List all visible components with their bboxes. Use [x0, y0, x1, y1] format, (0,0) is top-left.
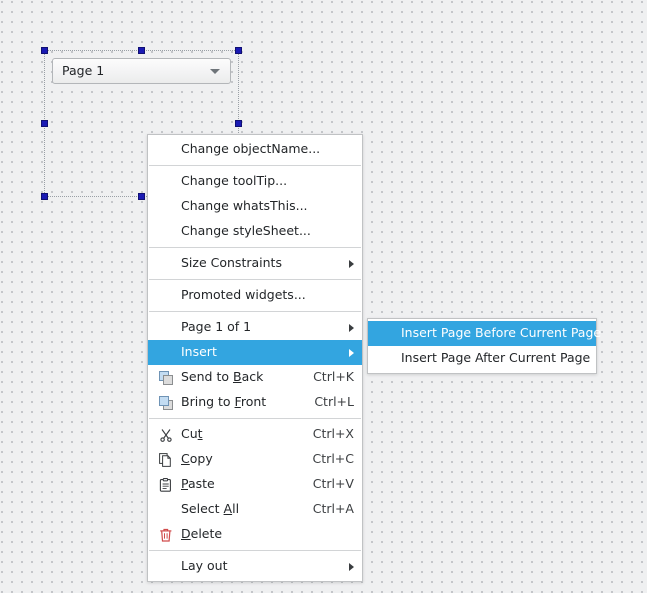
menu-item-label: Change toolTip...	[181, 175, 354, 188]
menu-item-label: Insert	[181, 346, 339, 359]
menu-item-change-whatsthis[interactable]: Change whatsThis...	[148, 194, 362, 219]
menu-item-label: Change styleSheet...	[181, 225, 354, 238]
icon-placeholder	[158, 345, 176, 361]
menu-separator	[149, 550, 361, 551]
menu-item-label: Change objectName...	[181, 143, 354, 156]
menu-item-send-to-back[interactable]: Send to Back Ctrl+K	[148, 365, 362, 390]
icon-placeholder	[158, 502, 176, 518]
menu-item-label: Cut	[181, 428, 295, 441]
submenu-item-label: Insert Page After Current Page	[401, 352, 590, 365]
page-combobox[interactable]: Page 1	[52, 58, 231, 84]
submenu-item-label: Insert Page Before Current Page	[401, 327, 601, 340]
resize-handle-n[interactable]	[138, 47, 145, 54]
icon-placeholder	[158, 199, 176, 215]
menu-item-delete[interactable]: Delete	[148, 522, 362, 547]
menu-item-shortcut: Ctrl+L	[314, 396, 354, 409]
menu-item-label: Page 1 of 1	[181, 321, 339, 334]
submenu-item-insert-page-before-current-page[interactable]: Insert Page Before Current Page	[368, 321, 596, 346]
resize-handle-sw[interactable]	[41, 193, 48, 200]
resize-handle-e[interactable]	[235, 120, 242, 127]
submenu-item-insert-page-after-current-page[interactable]: Insert Page After Current Page	[368, 346, 596, 371]
resize-handle-w[interactable]	[41, 120, 48, 127]
icon-placeholder	[158, 224, 176, 240]
menu-separator	[149, 247, 361, 248]
menu-item-shortcut: Ctrl+A	[313, 503, 354, 516]
page-combobox-value: Page 1	[62, 65, 210, 78]
menu-item-page-1-of-1[interactable]: Page 1 of 1	[148, 315, 362, 340]
menu-item-change-stylesheet[interactable]: Change styleSheet...	[148, 219, 362, 244]
menu-item-label: Delete	[181, 528, 354, 541]
icon-placeholder	[158, 174, 176, 190]
menu-item-shortcut: Ctrl+C	[313, 453, 354, 466]
copy-icon	[158, 452, 176, 468]
scissors-icon	[158, 427, 176, 443]
menu-item-change-objectname[interactable]: Change objectName...	[148, 137, 362, 162]
menu-item-label: Paste	[181, 478, 295, 491]
menu-item-size-constraints[interactable]: Size Constraints	[148, 251, 362, 276]
clipboard-icon	[158, 477, 176, 493]
menu-item-insert[interactable]: Insert	[148, 340, 362, 365]
menu-item-shortcut: Ctrl+X	[313, 428, 354, 441]
menu-item-lay-out[interactable]: Lay out	[148, 554, 362, 579]
context-menu[interactable]: Change objectName... Change toolTip... Cha…	[147, 134, 363, 582]
chevron-down-icon[interactable]	[210, 69, 220, 74]
menu-separator	[149, 279, 361, 280]
icon-placeholder	[158, 142, 176, 158]
menu-item-label: Change whatsThis...	[181, 200, 354, 213]
submenu-arrow-icon	[349, 349, 354, 357]
resize-handle-nw[interactable]	[41, 47, 48, 54]
menu-item-select-all[interactable]: Select All Ctrl+A	[148, 497, 362, 522]
menu-item-bring-to-front[interactable]: Bring to Front Ctrl+L	[148, 390, 362, 415]
menu-item-change-tooltip[interactable]: Change toolTip...	[148, 169, 362, 194]
menu-item-label: Send to Back	[181, 371, 295, 384]
icon-placeholder	[158, 256, 176, 272]
insert-submenu[interactable]: Insert Page Before Current Page Insert Pa…	[367, 318, 597, 374]
menu-item-label: Bring to Front	[181, 396, 296, 409]
menu-separator	[149, 418, 361, 419]
resize-handle-s[interactable]	[138, 193, 145, 200]
send-to-back-icon	[158, 370, 176, 386]
submenu-arrow-icon	[349, 563, 354, 571]
menu-item-copy[interactable]: Copy Ctrl+C	[148, 447, 362, 472]
bring-to-front-icon	[158, 395, 176, 411]
icon-placeholder	[158, 559, 176, 575]
menu-item-label: Copy	[181, 453, 295, 466]
menu-item-label: Select All	[181, 503, 295, 516]
submenu-arrow-icon	[349, 260, 354, 268]
menu-item-shortcut: Ctrl+K	[313, 371, 354, 384]
menu-separator	[149, 165, 361, 166]
menu-item-shortcut: Ctrl+V	[313, 478, 354, 491]
resize-handle-ne[interactable]	[235, 47, 242, 54]
icon-placeholder	[158, 288, 176, 304]
menu-item-label: Promoted widgets...	[181, 289, 354, 302]
menu-item-paste[interactable]: Paste Ctrl+V	[148, 472, 362, 497]
menu-item-promoted-widgets[interactable]: Promoted widgets...	[148, 283, 362, 308]
icon-placeholder	[158, 320, 176, 336]
menu-item-cut[interactable]: Cut Ctrl+X	[148, 422, 362, 447]
submenu-arrow-icon	[349, 324, 354, 332]
menu-separator	[149, 311, 361, 312]
menu-item-label: Size Constraints	[181, 257, 339, 270]
menu-item-label: Lay out	[181, 560, 339, 573]
trash-icon	[158, 527, 176, 543]
